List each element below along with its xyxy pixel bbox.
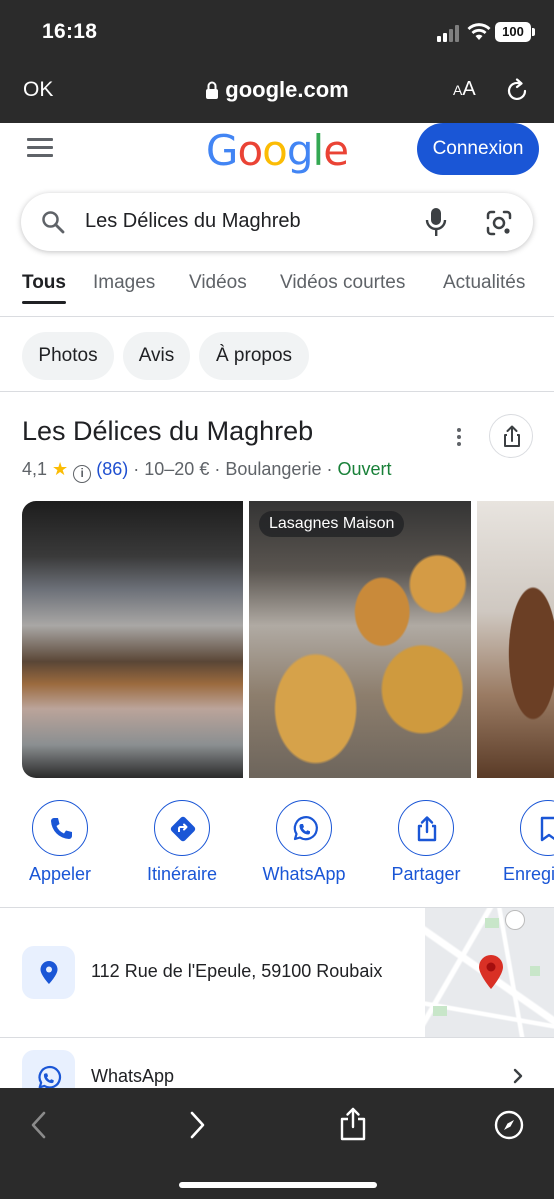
share-icon: [417, 816, 437, 842]
whatsapp-icon-box: [22, 1050, 75, 1090]
search-icon[interactable]: [41, 210, 65, 234]
share-label: Partager: [391, 864, 461, 884]
tab-videos[interactable]: Vidéos: [189, 272, 247, 294]
save-action[interactable]: Enregi: [488, 800, 554, 885]
star-icon: ★: [52, 459, 69, 479]
save-label: Enregi: [503, 864, 554, 884]
divider: [0, 1037, 554, 1038]
logo-letter: o: [237, 126, 263, 175]
signin-button[interactable]: Connexion: [417, 123, 539, 175]
rating-value: 4,1: [22, 459, 48, 479]
share-action[interactable]: Partager: [366, 800, 486, 885]
filter-chips: Photos Avis À propos: [0, 318, 554, 392]
cellular-signal-icon: [437, 24, 463, 42]
open-status: Ouvert: [337, 459, 392, 479]
map-park: [485, 918, 499, 928]
chevron-right-icon[interactable]: [511, 1068, 525, 1084]
whatsapp-link[interactable]: WhatsApp: [91, 1066, 174, 1087]
share-icon[interactable]: [338, 1106, 368, 1142]
chip-reviews[interactable]: Avis: [123, 332, 190, 380]
home-indicator: [179, 1182, 377, 1188]
business-category: Boulangerie: [225, 459, 322, 479]
location-pin-icon: [40, 961, 58, 984]
directions-icon: [170, 816, 196, 842]
compass-icon[interactable]: [494, 1110, 524, 1140]
transit-icon: [505, 910, 525, 930]
logo-letter: G: [205, 126, 239, 175]
google-lens-icon[interactable]: [485, 209, 513, 237]
call-label: Appeler: [28, 864, 92, 884]
more-options-icon[interactable]: [455, 428, 463, 448]
battery-indicator: 100: [495, 22, 535, 42]
separator-dot: ·: [214, 459, 221, 479]
microphone-icon[interactable]: [425, 207, 447, 237]
separator-dot: ·: [133, 459, 140, 479]
logo-letter: o: [262, 126, 288, 175]
business-photo-storefront[interactable]: [22, 501, 243, 778]
whatsapp-action[interactable]: WhatsApp: [244, 800, 364, 885]
business-name[interactable]: Les Délices du Maghreb: [22, 416, 313, 447]
chip-photos[interactable]: Photos: [22, 332, 114, 380]
business-photo-lasagna[interactable]: Lasagnes Maison: [249, 501, 471, 778]
chip-about[interactable]: À propos: [199, 332, 309, 380]
back-icon[interactable]: [28, 1110, 50, 1140]
price-range: 10–20 €: [144, 459, 210, 479]
info-icon[interactable]: i: [73, 465, 92, 483]
map-pin-icon: [479, 955, 503, 989]
search-input[interactable]: Les Délices du Maghreb: [85, 210, 301, 233]
bookmark-icon: [540, 816, 554, 842]
phone-icon: [51, 818, 72, 839]
map-park: [433, 1006, 447, 1016]
whatsapp-icon: [293, 816, 318, 841]
address-domain: google.com: [225, 77, 349, 102]
tab-short-videos[interactable]: Vidéos courtes: [280, 272, 405, 294]
share-icon: [504, 425, 520, 447]
whatsapp-icon: [38, 1065, 62, 1089]
map-thumbnail[interactable]: [425, 908, 554, 1037]
search-box[interactable]: Les Délices du Maghreb: [21, 193, 533, 251]
forward-icon[interactable]: [186, 1110, 208, 1140]
browser-bottom-bar: [0, 1088, 554, 1199]
photo-caption: Lasagnes Maison: [259, 511, 405, 537]
tab-news[interactable]: Actualités: [443, 272, 525, 294]
tab-all[interactable]: Tous: [22, 272, 66, 304]
status-time: 16:18: [42, 20, 98, 43]
whatsapp-label: WhatsApp: [262, 864, 346, 884]
business-photo-pastry[interactable]: [477, 501, 554, 778]
logo-letter: l: [312, 126, 325, 175]
logo-letter: e: [323, 126, 349, 175]
share-button[interactable]: [489, 414, 533, 458]
business-address[interactable]: 112 Rue de l'Epeule, 59100 Roubaix: [91, 961, 382, 982]
text-size-button[interactable]: AA: [453, 78, 476, 101]
reviews-count-link[interactable]: (86): [96, 459, 128, 479]
directions-action[interactable]: Itinéraire: [122, 800, 242, 885]
reload-icon[interactable]: [505, 78, 531, 104]
directions-label: Itinéraire: [146, 864, 218, 884]
wifi-icon: [467, 23, 491, 40]
status-bar: 16:18 100: [0, 0, 554, 62]
browser-top-bar: OK google.com AA: [0, 62, 554, 123]
call-action[interactable]: Appeler: [0, 800, 120, 885]
search-tabs: Tous Images Vidéos Vidéos courtes Actual…: [0, 262, 554, 317]
separator-dot: ·: [326, 459, 333, 479]
map-park: [530, 966, 540, 976]
logo-letter: g: [286, 126, 314, 175]
tab-images[interactable]: Images: [93, 272, 155, 294]
lock-icon: [206, 81, 219, 99]
business-meta: 4,1 ★ i (86) · 10–20 € · Boulangerie · O…: [22, 459, 392, 483]
address-icon-box: [22, 946, 75, 999]
